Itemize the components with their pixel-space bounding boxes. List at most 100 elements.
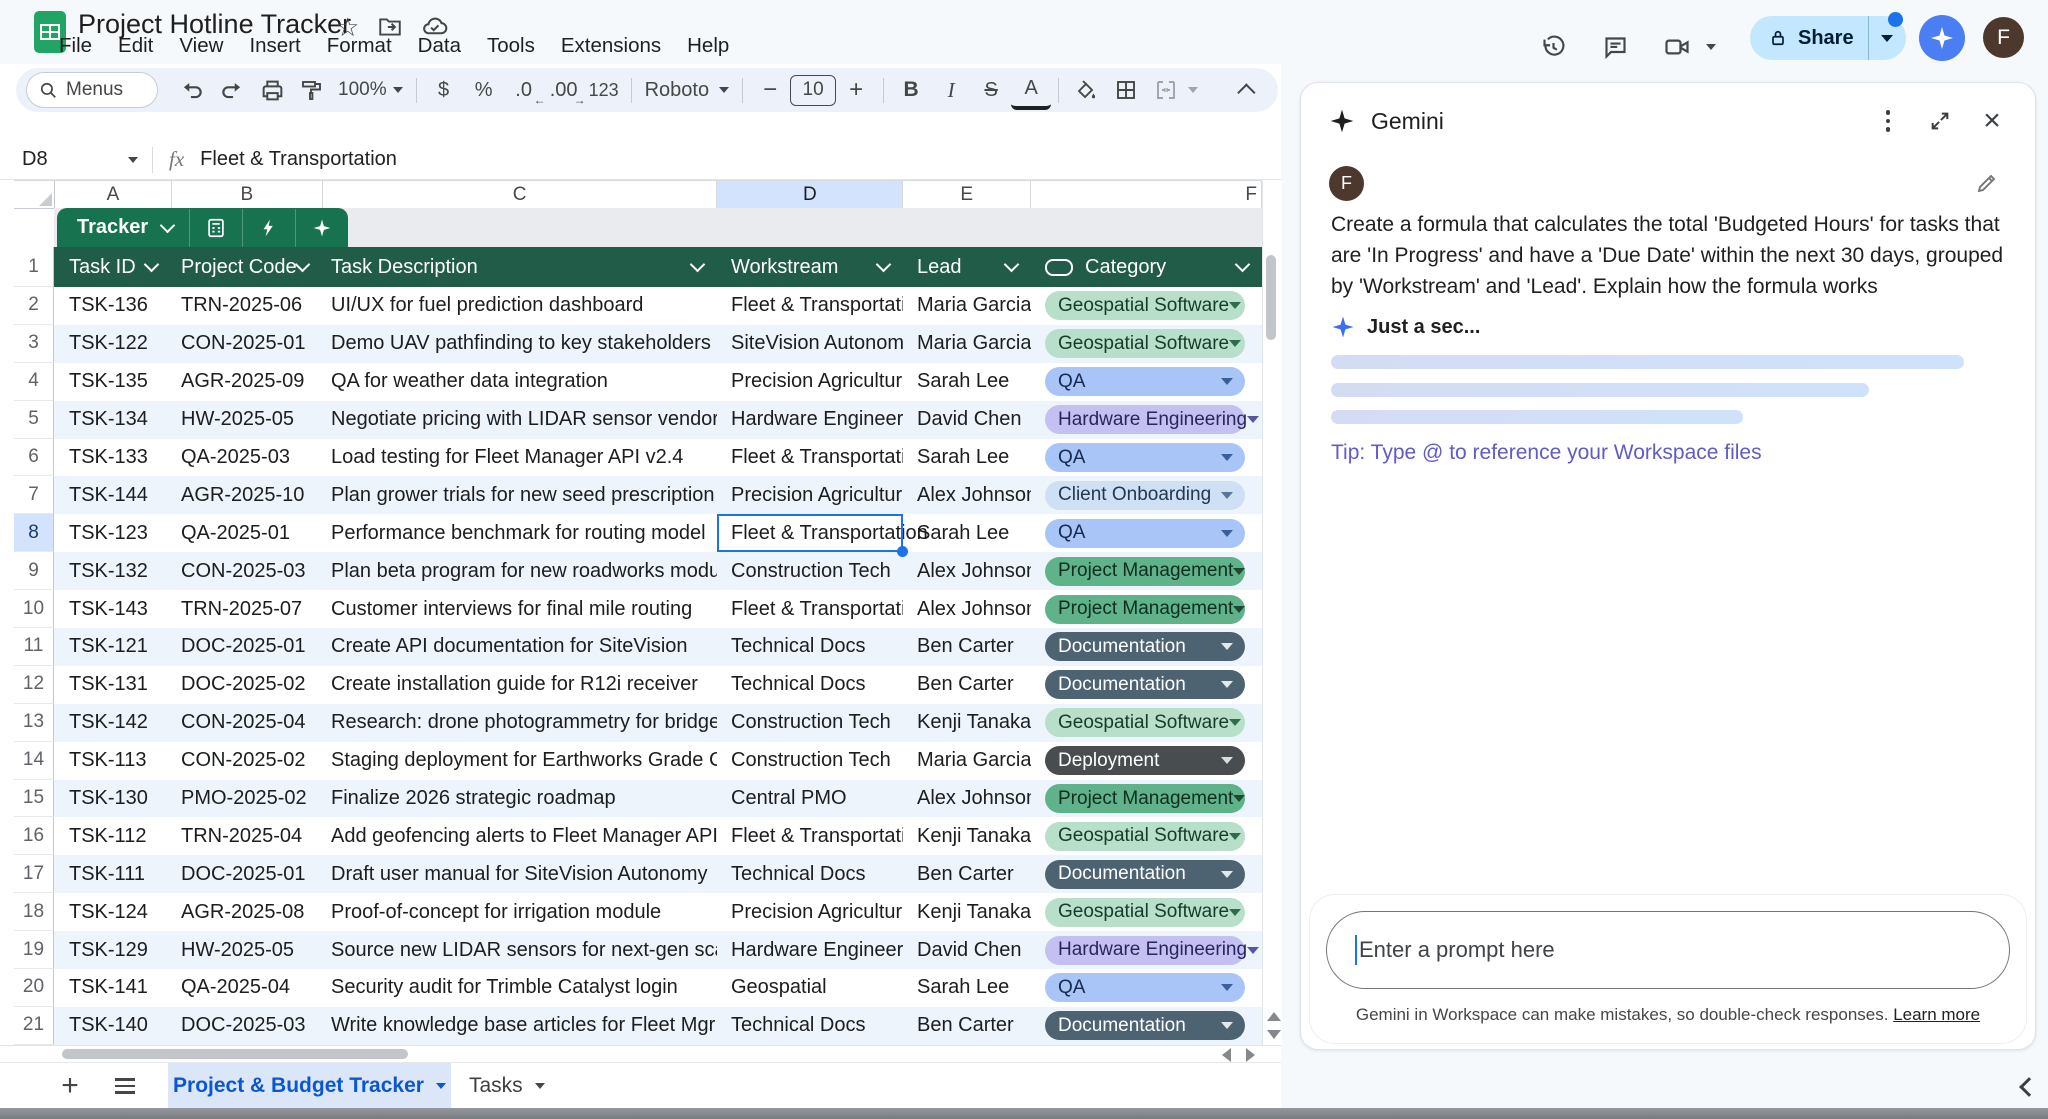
menu-item-format[interactable]: Format (314, 31, 405, 61)
cell-project-code[interactable]: TRN-2025-06 (171, 287, 322, 325)
zoom-selector[interactable]: 100% (332, 72, 409, 108)
cell-project-code[interactable]: DOC-2025-01 (171, 855, 322, 893)
paint-format-button[interactable] (292, 72, 332, 108)
borders-button[interactable] (1106, 72, 1146, 108)
category-chip[interactable]: Client Onboarding (1045, 481, 1245, 510)
cell-task-description[interactable]: Create API documentation for SiteVision (322, 628, 717, 666)
strikethrough-button[interactable]: S (971, 72, 1011, 108)
cell-project-code[interactable]: HW-2025-05 (171, 401, 322, 439)
scroll-up-arrow[interactable] (1267, 1012, 1281, 1021)
category-chip[interactable]: QA (1045, 973, 1245, 1002)
cell-project-code[interactable]: AGR-2025-09 (171, 363, 322, 401)
cell-task-description[interactable]: Demo UAV pathfinding to key stakeholders (322, 325, 717, 363)
cell-lead[interactable]: Ben Carter (903, 666, 1031, 704)
cell-task-description[interactable]: Staging deployment for Earthworks Grade … (322, 742, 717, 780)
menu-item-insert[interactable]: Insert (236, 31, 313, 61)
cell-category[interactable]: Geospatial Software (1031, 893, 1262, 931)
category-chip[interactable]: Geospatial Software (1045, 822, 1245, 851)
menu-item-data[interactable]: Data (405, 31, 474, 61)
category-chip[interactable]: Geospatial Software (1045, 898, 1245, 927)
cell-task-description[interactable]: Draft user manual for SiteVision Autonom… (322, 855, 717, 893)
chip-dropdown-caret-icon[interactable] (1229, 340, 1241, 347)
cell-task-id[interactable]: TSK-143 (54, 590, 171, 628)
row-number-4[interactable]: 4 (14, 363, 54, 401)
prompt-input[interactable]: Enter a prompt here (1326, 911, 2010, 989)
chip-dropdown-caret-icon[interactable] (1221, 643, 1233, 650)
cell-lead[interactable]: Alex Johnson (903, 476, 1031, 514)
column-header-F[interactable]: F (1031, 181, 1262, 208)
table-header-project-code[interactable]: Project Code (171, 247, 322, 287)
cell-task-id[interactable]: TSK-140 (54, 1007, 171, 1045)
panel-more-options-icon[interactable] (1869, 102, 1907, 140)
column-header-A[interactable]: A (55, 181, 172, 208)
category-chip[interactable]: QA (1045, 367, 1245, 396)
chip-dropdown-caret-icon[interactable] (1229, 909, 1241, 916)
row-number-10[interactable]: 10 (14, 590, 54, 628)
increase-decimal-button[interactable]: .00→ (544, 72, 584, 108)
cell-task-id[interactable]: TSK-135 (54, 363, 171, 401)
select-all-corner[interactable] (14, 181, 55, 208)
cell-lead[interactable]: Ben Carter (903, 628, 1031, 666)
cell-task-id[interactable]: TSK-133 (54, 439, 171, 477)
row-number-11[interactable]: 11 (14, 628, 54, 666)
font-size-input[interactable]: 10 (790, 75, 836, 106)
cell-lead[interactable]: Kenji Tanaka (903, 704, 1031, 742)
learn-more-link[interactable]: Learn more (1893, 1005, 1980, 1024)
row-number-3[interactable]: 3 (14, 325, 54, 363)
cell-project-code[interactable]: QA-2025-04 (171, 969, 322, 1007)
cell-category[interactable]: Hardware Engineering (1031, 931, 1262, 969)
cell-category[interactable]: QA (1031, 439, 1262, 477)
panel-popout-icon[interactable] (1921, 102, 1959, 140)
sheet-tab-tasks[interactable]: Tasks (451, 1063, 563, 1109)
chip-dropdown-caret-icon[interactable] (1247, 947, 1259, 954)
cell-lead[interactable]: Maria Garcia (903, 742, 1031, 780)
row-number-6[interactable]: 6 (14, 439, 54, 477)
italic-button[interactable]: I (931, 72, 971, 108)
collapse-panel-chevron-icon[interactable] (2014, 1072, 2044, 1102)
category-chip[interactable]: Documentation (1045, 860, 1245, 889)
cell-task-id[interactable]: TSK-123 (54, 514, 171, 552)
cell-task-description[interactable]: QA for weather data integration (322, 363, 717, 401)
scroll-left-arrow[interactable] (1222, 1048, 1231, 1062)
cell-workstream[interactable]: Fleet & Transportation (717, 590, 903, 628)
row-number-18[interactable]: 18 (14, 893, 54, 931)
header-dropdown-chevron-icon[interactable] (144, 257, 160, 273)
table-header-task-description[interactable]: Task Description (322, 247, 717, 287)
cell-category[interactable]: QA (1031, 363, 1262, 401)
category-chip[interactable]: Documentation (1045, 670, 1245, 699)
cell-category[interactable]: Documentation (1031, 628, 1262, 666)
cell-category[interactable]: Documentation (1031, 855, 1262, 893)
cell-project-code[interactable]: PMO-2025-02 (171, 780, 322, 818)
menu-item-extensions[interactable]: Extensions (548, 31, 674, 61)
cell-task-id[interactable]: TSK-144 (54, 476, 171, 514)
chip-dropdown-caret-icon[interactable] (1247, 416, 1259, 423)
vertical-scrollbar-thumb[interactable] (1266, 255, 1276, 340)
cell-category[interactable]: Documentation (1031, 1007, 1262, 1045)
decrease-font-size-button[interactable]: − (750, 72, 790, 108)
cell-workstream[interactable]: Hardware Engineering (717, 401, 903, 439)
table-bolt-icon[interactable] (243, 208, 295, 247)
cell-category[interactable]: QA (1031, 969, 1262, 1007)
text-color-button[interactable]: A (1011, 70, 1051, 110)
chip-dropdown-caret-icon[interactable] (1221, 984, 1233, 991)
row-number-14[interactable]: 14 (14, 742, 54, 780)
chip-dropdown-caret-icon[interactable] (1221, 492, 1233, 499)
account-avatar[interactable]: F (1983, 17, 2024, 58)
cell-lead[interactable]: David Chen (903, 401, 1031, 439)
row-number-20[interactable]: 20 (14, 969, 54, 1007)
cell-lead[interactable]: Maria Garcia (903, 287, 1031, 325)
cell-task-description[interactable]: Research: drone photogrammetry for bridg… (322, 704, 717, 742)
menu-item-edit[interactable]: Edit (105, 31, 166, 61)
share-button[interactable]: Share (1750, 16, 1906, 60)
header-dropdown-chevron-icon[interactable] (876, 257, 892, 273)
cell-task-description[interactable]: Add geofencing alerts to Fleet Manager A… (322, 817, 717, 855)
cell-category[interactable]: QA (1031, 514, 1262, 552)
cell-lead[interactable]: Maria Garcia (903, 325, 1031, 363)
cell-project-code[interactable]: CON-2025-01 (171, 325, 322, 363)
more-formats-button[interactable]: 123 (584, 72, 624, 108)
category-chip[interactable]: QA (1045, 519, 1245, 548)
row-number-8[interactable]: 8 (14, 514, 54, 552)
cell-lead[interactable]: Alex Johnson (903, 780, 1031, 818)
cell-task-description[interactable]: Create installation guide for R12i recei… (322, 666, 717, 704)
cell-task-description[interactable]: Plan grower trials for new seed prescrip… (322, 476, 717, 514)
